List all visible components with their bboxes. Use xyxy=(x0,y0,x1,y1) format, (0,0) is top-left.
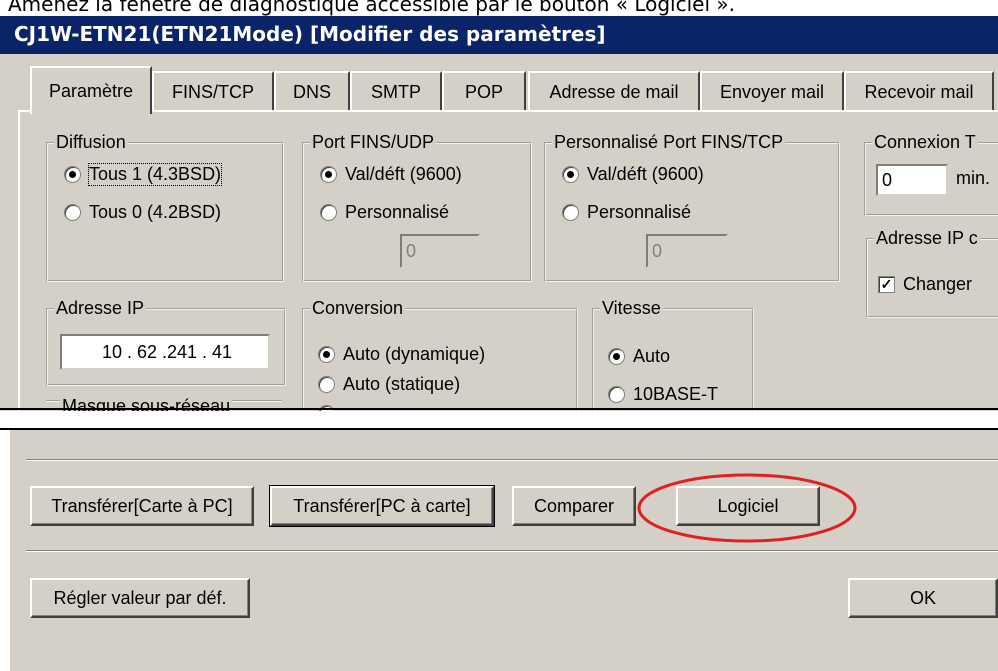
port-udp-option-default[interactable]: Val/déft (9600) xyxy=(320,164,462,185)
port-udp-option-custom[interactable]: Personnalisé xyxy=(320,202,449,223)
transfer-pc-to-card-button[interactable]: Transférer[PC à carte] xyxy=(269,485,495,527)
port-udp-custom-input[interactable]: 0 xyxy=(400,234,480,268)
port-tcp-option-default[interactable]: Val/déft (9600) xyxy=(562,164,704,185)
tab-parametre[interactable]: Paramètre xyxy=(30,66,152,114)
option-label: Auto (dynamique) xyxy=(343,344,486,364)
port-fins-udp-legend: Port FINS/UDP xyxy=(312,132,435,152)
cut-line-bottom xyxy=(0,428,998,430)
option-label: Val/déft (9600) xyxy=(587,164,704,184)
tab-pop[interactable]: POP xyxy=(442,71,526,111)
conversion-legend: Conversion xyxy=(312,298,404,318)
diffusion-option-tous1[interactable]: Tous 1 (4.3BSD) xyxy=(64,163,223,186)
ip-address-input[interactable]: 10 . 62 .241 . 41 xyxy=(60,334,270,370)
highlight-ellipse-icon xyxy=(637,473,857,543)
vitesse-option-10base-t[interactable]: 10BASE-T xyxy=(608,384,718,405)
instruction-caption: Amenez la fenêtre de diagnostique access… xyxy=(8,0,735,16)
transfer-card-to-pc-button[interactable]: Transférer[Carte à PC] xyxy=(30,486,254,526)
option-label: Personnalisé xyxy=(345,202,450,222)
connexion-unit: min. xyxy=(956,168,991,188)
option-label: Tous 1 (4.3BSD) xyxy=(87,163,223,186)
tab-adresse-de-mail[interactable]: Adresse de mail xyxy=(528,71,700,111)
tab-envoyer-mail[interactable]: Envoyer mail xyxy=(700,71,844,111)
option-label: Auto (statique) xyxy=(343,374,461,394)
radio-selected-icon xyxy=(318,346,335,363)
option-label: 10BASE-T xyxy=(633,384,719,404)
conversion-option-statique[interactable]: Auto (statique) xyxy=(318,374,460,395)
radio-icon xyxy=(608,386,625,403)
restore-defaults-button[interactable]: Régler valeur par déf. xyxy=(30,578,250,618)
radio-selected-icon xyxy=(608,348,625,365)
separator xyxy=(26,550,998,552)
port-tcp-option-custom[interactable]: Personnalisé xyxy=(562,202,691,223)
compare-button[interactable]: Comparer xyxy=(512,486,636,526)
radio-icon xyxy=(64,204,81,221)
changer-checkbox[interactable]: ✓ Changer xyxy=(878,274,972,295)
option-label: Tous 0 (4.2BSD) xyxy=(89,202,222,222)
radio-icon xyxy=(562,204,579,221)
adresse-ip-legend: Adresse IP xyxy=(56,298,145,318)
checkbox-label: Changer xyxy=(903,274,973,294)
separator xyxy=(26,459,998,461)
radio-selected-icon xyxy=(562,166,579,183)
radio-selected-icon xyxy=(320,166,337,183)
diffusion-option-tous0[interactable]: Tous 0 (4.2BSD) xyxy=(64,202,221,223)
window-title: CJ1W-ETN21(ETN21Mode) [Modifier des para… xyxy=(14,22,606,46)
connexion-legend: Connexion T xyxy=(874,132,976,152)
diffusion-legend: Diffusion xyxy=(56,132,126,152)
option-label: Auto xyxy=(633,346,671,366)
vitesse-option-auto[interactable]: Auto xyxy=(608,346,670,367)
ok-button[interactable]: OK xyxy=(848,578,998,618)
conversion-option-dynamique[interactable]: Auto (dynamique) xyxy=(318,344,485,365)
radio-icon xyxy=(318,376,335,393)
port-fins-tcp-legend: Personnalisé Port FINS/TCP xyxy=(554,132,784,152)
vitesse-legend: Vitesse xyxy=(602,298,661,318)
tab-fins-tcp[interactable]: FINS/TCP xyxy=(152,71,274,111)
radio-selected-icon xyxy=(64,166,81,183)
cut-line-top xyxy=(0,408,998,410)
tab-recevoir-mail[interactable]: Recevoir mail xyxy=(844,71,994,111)
tab-dns[interactable]: DNS xyxy=(274,71,350,111)
option-label: Personnalisé xyxy=(587,202,692,222)
port-tcp-custom-input[interactable]: 0 xyxy=(646,234,728,268)
window-left-edge xyxy=(8,430,10,671)
radio-icon xyxy=(320,204,337,221)
checkmark-icon: ✓ xyxy=(878,276,895,293)
adresse-ip-dyn-group: Adresse IP c xyxy=(866,228,998,318)
adresse-ip-dyn-legend: Adresse IP c xyxy=(876,228,978,248)
tab-smtp[interactable]: SMTP xyxy=(350,71,442,111)
option-label: Val/déft (9600) xyxy=(345,164,462,184)
connexion-timeout-input[interactable]: 0 xyxy=(876,164,948,196)
